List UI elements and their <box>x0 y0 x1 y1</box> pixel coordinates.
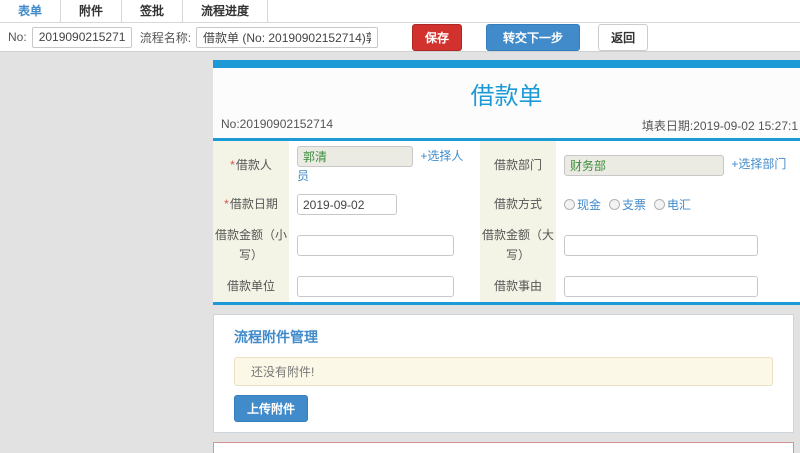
flow-name-label: 流程名称: <box>139 30 192 45</box>
loan-date-label: *借款日期 <box>213 189 289 220</box>
loan-date-input[interactable] <box>297 194 397 215</box>
form-meta-row: No:20190902152714 填表日期:2019-09-02 15:27:… <box>213 115 800 138</box>
loan-method-cell: 现金 支票 电汇 <box>556 189 800 220</box>
borrower-label: *借款人 <box>213 141 289 189</box>
form-header: 借款单 No:20190902152714 填表日期:2019-09-02 15… <box>213 68 800 141</box>
loan-form-table: *借款人 +选择人员 借款部门 +选择部门 *借款日期 <box>213 141 800 305</box>
no-label: No: <box>8 30 27 44</box>
loan-form-card: 借款单 No:20190902152714 填表日期:2019-09-02 15… <box>213 60 800 305</box>
tab-form[interactable]: 表单 <box>0 0 62 22</box>
table-row: *借款日期 借款方式 现金 <box>213 189 800 220</box>
page-background: 借款单 No:20190902152714 填表日期:2019-09-02 15… <box>0 52 800 453</box>
required-mark: * <box>230 157 235 172</box>
loan-method-radio-group: 现金 支票 电汇 <box>564 196 792 213</box>
amount-lower-label: 借款金额（小写） <box>213 220 289 271</box>
loan-reason-cell <box>556 271 800 304</box>
next-step-button[interactable]: 转交下一步 <box>486 23 581 51</box>
amount-upper-label: 借款金额（大写） <box>480 220 556 271</box>
save-button[interactable]: 保存 <box>412 23 463 51</box>
table-row: *借款人 +选择人员 借款部门 +选择部门 <box>213 141 800 189</box>
flow-name-input[interactable] <box>196 26 379 48</box>
radio-cash[interactable]: 现金 <box>564 196 601 213</box>
select-department-link[interactable]: +选择部门 <box>731 157 786 171</box>
form-no-text: No:20190902152714 <box>221 117 334 131</box>
form-top-bar <box>213 60 800 68</box>
loan-unit-cell <box>289 271 480 304</box>
borrower-cell: +选择人员 <box>289 141 480 189</box>
tab-bar: 表单 附件 签批 流程进度 <box>0 0 800 23</box>
radio-wire-label: 电汇 <box>667 198 692 212</box>
radio-check-label: 支票 <box>622 198 647 212</box>
tab-approval[interactable]: 签批 <box>122 0 184 22</box>
attachments-heading: 流程附件管理 <box>234 328 318 345</box>
upload-attachment-button[interactable]: 上传附件 <box>234 394 309 422</box>
radio-circle-icon <box>609 199 621 210</box>
action-toolbar: No: 流程名称: 保存 转交下一步 返回 <box>0 23 800 52</box>
radio-wire[interactable]: 电汇 <box>654 196 691 213</box>
department-cell: +选择部门 <box>556 141 800 189</box>
table-row: 借款单位 借款事由 <box>213 270 800 304</box>
loan-date-label-text: 借款日期 <box>229 197 278 212</box>
tab-progress[interactable]: 流程进度 <box>183 0 269 22</box>
table-row: 借款金额（小写） 借款金额（大写） <box>213 220 800 271</box>
amount-lower-cell <box>289 220 480 271</box>
loan-method-label: 借款方式 <box>480 189 556 220</box>
borrower-label-text: 借款人 <box>235 157 272 172</box>
radio-circle-icon <box>564 199 575 210</box>
attachments-section: 流程附件管理 还没有附件! 上传附件 <box>213 313 794 433</box>
loan-unit-label: 借款单位 <box>213 270 289 304</box>
amount-upper-input[interactable] <box>564 234 758 256</box>
page-title: 借款单 <box>470 83 543 110</box>
required-mark: * <box>224 197 229 212</box>
tab-attachments[interactable]: 附件 <box>61 0 123 22</box>
radio-check[interactable]: 支票 <box>609 196 646 213</box>
amount-lower-input[interactable] <box>297 234 454 256</box>
department-input[interactable] <box>564 154 724 176</box>
loan-unit-input[interactable] <box>297 275 454 297</box>
loan-reason-label: 借款事由 <box>480 270 556 304</box>
borrower-input[interactable] <box>297 146 413 167</box>
radio-cash-label: 现金 <box>577 198 602 212</box>
no-attachments-alert: 还没有附件! <box>234 356 773 386</box>
no-input[interactable] <box>31 26 132 48</box>
approval-section: 流程签批意见 B I abc <box>213 441 794 453</box>
content-column: 借款单 No:20190902152714 填表日期:2019-09-02 15… <box>213 60 800 453</box>
loan-date-cell <box>289 189 480 220</box>
department-label: 借款部门 <box>480 141 556 189</box>
loan-reason-input[interactable] <box>564 275 758 297</box>
back-button[interactable]: 返回 <box>598 23 649 51</box>
radio-circle-icon <box>654 199 666 210</box>
amount-upper-cell <box>556 220 800 271</box>
form-date-text: 填表日期:2019-09-02 15:27:1 <box>641 119 798 133</box>
